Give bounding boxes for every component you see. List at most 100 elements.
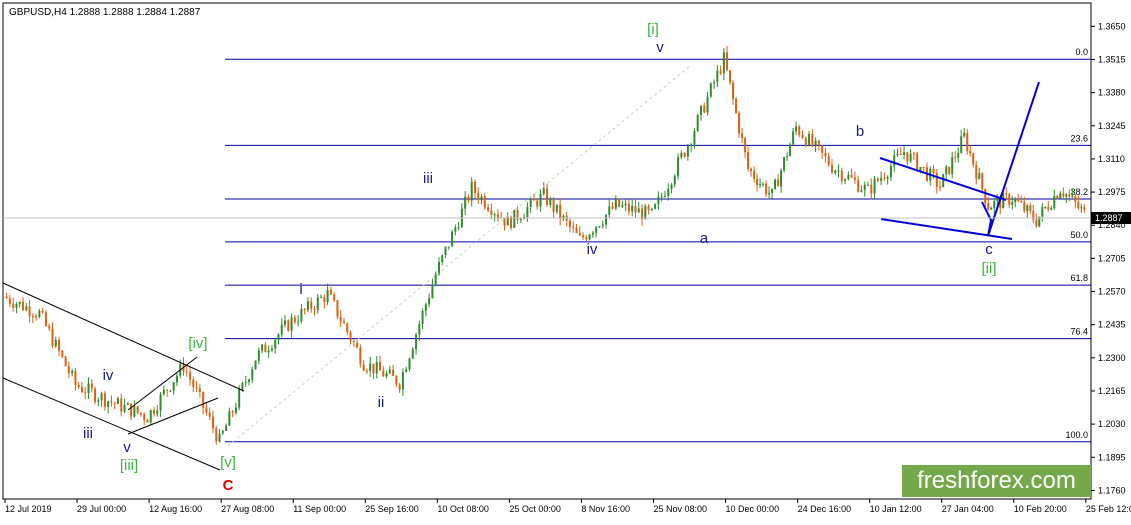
candle-body: [284, 320, 287, 325]
price-tick-label: 1.2975: [1098, 187, 1126, 197]
price-tick-label: 1.3245: [1098, 121, 1126, 131]
candle-body: [84, 392, 87, 394]
candle-body: [346, 323, 349, 333]
candle-body: [424, 304, 427, 311]
candle-body: [267, 350, 270, 353]
candle-body: [677, 157, 680, 177]
channel-lower-line: [2, 377, 221, 471]
candle-body: [277, 334, 280, 341]
candle-body: [978, 173, 981, 179]
candle-body: [103, 393, 106, 407]
candle-body: [67, 366, 70, 374]
candle-body: [87, 383, 90, 394]
candle-body: [795, 126, 798, 132]
candle-body: [336, 300, 339, 317]
candle-body: [107, 401, 110, 407]
candle-body: [972, 153, 975, 165]
candle-body: [15, 304, 18, 308]
candle-body: [591, 232, 594, 235]
candle-body: [618, 199, 621, 207]
candle-body: [156, 410, 159, 414]
wave-label: i: [299, 281, 302, 298]
candle-body: [860, 190, 863, 192]
candle-body: [792, 131, 795, 145]
candle-body: [663, 195, 666, 197]
candle-body: [198, 388, 201, 392]
candle-body: [990, 207, 993, 210]
candle-body: [786, 156, 789, 158]
price-tick-label: 1.3110: [1098, 154, 1125, 164]
candle-body: [97, 400, 100, 402]
candle-body: [706, 96, 709, 113]
candle-body: [536, 200, 539, 207]
symbol-header: GBPUSD,H4 1.2888 1.2888 1.2884 1.2887: [9, 7, 201, 18]
candle-body: [38, 310, 41, 318]
wave-label: [v]: [220, 454, 236, 471]
wave-label: v: [123, 439, 131, 456]
candle-body: [686, 145, 689, 157]
candle-body: [64, 356, 67, 367]
candle-body: [221, 430, 224, 434]
candle-body: [408, 358, 411, 370]
candle-body: [932, 168, 935, 174]
candle-body: [840, 170, 843, 181]
candle-body: [942, 174, 945, 188]
candle-body: [418, 324, 421, 335]
candle-body: [657, 196, 660, 205]
candle-body: [280, 324, 283, 335]
candle-body: [401, 372, 404, 390]
time-tick-label: 10 Jan 12:00: [870, 504, 922, 514]
candle-body: [116, 398, 119, 404]
candle-body: [90, 383, 93, 389]
candle-body: [169, 390, 172, 392]
candle-body: [889, 166, 892, 178]
candle-body: [395, 375, 398, 385]
candle-body: [1047, 206, 1050, 210]
triangle-lower-line: [127, 397, 219, 435]
fib-level-label: 61.8: [1070, 273, 1088, 283]
wave-label: ii: [378, 394, 385, 411]
candle-body: [1053, 195, 1056, 209]
price-tick-label: 1.3515: [1098, 54, 1126, 64]
candle-body: [54, 339, 57, 347]
candle-body: [470, 181, 473, 201]
candle-body: [1062, 193, 1065, 197]
candle-body: [510, 216, 513, 228]
candle-body: [270, 348, 273, 351]
candle-body: [876, 178, 879, 181]
candle-body: [146, 419, 149, 423]
candle-body: [975, 164, 978, 179]
candle-body: [477, 192, 480, 200]
candle-body: [696, 115, 699, 132]
candle-body: [667, 188, 670, 196]
candle-body: [100, 393, 103, 401]
candle-body: [162, 389, 165, 395]
candle-body: [1071, 195, 1074, 197]
candle-body: [519, 219, 522, 221]
candle-body: [444, 246, 447, 256]
candle-body: [539, 194, 542, 207]
candle-body: [1020, 201, 1023, 203]
channel-upper-line: [2, 282, 245, 392]
candle-body: [811, 133, 814, 146]
candle-body: [1008, 194, 1011, 205]
watermark-logo: freshforex.com: [902, 465, 1091, 497]
candle-body: [993, 200, 996, 208]
candle-body: [356, 342, 359, 348]
candle-body: [120, 398, 123, 412]
candle-body: [457, 227, 460, 229]
time-tick-label: 27 Jan 04:00: [942, 504, 994, 514]
candle-body: [153, 410, 156, 414]
candle-body: [25, 306, 28, 311]
candle-body: [333, 294, 336, 301]
candle-body: [744, 138, 747, 152]
candle-body: [726, 52, 729, 71]
candle-body: [454, 227, 457, 232]
candle-body: [582, 235, 585, 238]
candle-body: [493, 214, 496, 216]
candle-body: [130, 403, 133, 417]
candle-body: [969, 151, 972, 154]
time-tick-label: 8 Nov 16:00: [581, 504, 630, 514]
candle-body: [857, 179, 860, 192]
candle-body: [1080, 207, 1083, 209]
